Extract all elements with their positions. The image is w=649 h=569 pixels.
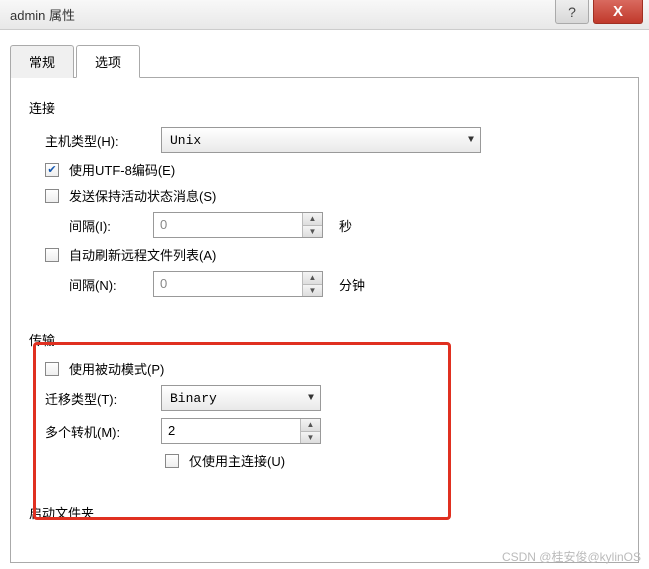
multi-label: 多个转机(M): bbox=[45, 422, 155, 441]
main-conn-checkbox[interactable] bbox=[165, 454, 179, 468]
options-panel: 连接 主机类型(H): Unix ▼ ✔ 使用UTF-8编码(E) 发送保持活动… bbox=[10, 78, 639, 563]
titlebar: admin 属性 ? X bbox=[0, 0, 649, 30]
startup-group-title: 启动文件夹 bbox=[29, 497, 620, 522]
help-icon: ? bbox=[568, 4, 576, 20]
watermark: CSDN @桂安俊@kylinOS bbox=[502, 548, 641, 565]
multi-spinner[interactable]: 2 ▲ ▼ bbox=[161, 418, 321, 444]
startup-group: 启动文件夹 bbox=[29, 497, 620, 538]
close-icon: X bbox=[613, 3, 623, 20]
keepalive-checkbox[interactable] bbox=[45, 189, 59, 203]
spinner-up-icon[interactable]: ▲ bbox=[303, 272, 322, 284]
tab-general[interactable]: 常规 bbox=[10, 45, 74, 78]
keepalive-label: 发送保持活动状态消息(S) bbox=[69, 186, 216, 205]
interval1-label: 间隔(I): bbox=[69, 216, 147, 235]
close-button[interactable]: X bbox=[593, 0, 643, 24]
spinner-down-icon[interactable]: ▼ bbox=[303, 284, 322, 297]
connection-group-title: 连接 bbox=[29, 92, 620, 117]
main-conn-label: 仅使用主连接(U) bbox=[189, 451, 285, 470]
interval1-value: 0 bbox=[154, 213, 302, 237]
spinner-down-icon[interactable]: ▼ bbox=[303, 225, 322, 238]
spinner-up-icon[interactable]: ▲ bbox=[301, 419, 320, 431]
tab-strip: 常规 选项 bbox=[10, 44, 639, 78]
connection-group: 连接 主机类型(H): Unix ▼ ✔ 使用UTF-8编码(E) 发送保持活动… bbox=[29, 92, 620, 310]
autorefresh-label: 自动刷新远程文件列表(A) bbox=[69, 245, 216, 264]
transfer-group-title: 传输 bbox=[29, 324, 620, 349]
chevron-down-icon: ▼ bbox=[308, 393, 314, 404]
passive-label: 使用被动模式(P) bbox=[69, 359, 164, 378]
interval2-spinner[interactable]: 0 ▲ ▼ bbox=[153, 271, 323, 297]
utf8-label: 使用UTF-8编码(E) bbox=[69, 160, 175, 179]
host-type-select[interactable]: Unix ▼ bbox=[161, 127, 481, 153]
transfer-group: 传输 使用被动模式(P) 迁移类型(T): Binary ▼ 多个转机(M): … bbox=[29, 324, 620, 483]
utf8-checkbox[interactable]: ✔ bbox=[45, 163, 59, 177]
interval1-unit: 秒 bbox=[339, 216, 352, 235]
passive-checkbox[interactable] bbox=[45, 362, 59, 376]
transfer-type-value: Binary bbox=[170, 391, 217, 406]
transfer-type-select[interactable]: Binary ▼ bbox=[161, 385, 321, 411]
window-title: admin 属性 bbox=[10, 5, 75, 24]
autorefresh-checkbox[interactable] bbox=[45, 248, 59, 262]
interval1-spinner[interactable]: 0 ▲ ▼ bbox=[153, 212, 323, 238]
interval2-value: 0 bbox=[154, 272, 302, 296]
interval2-label: 间隔(N): bbox=[69, 275, 147, 294]
spinner-up-icon[interactable]: ▲ bbox=[303, 213, 322, 225]
tab-options[interactable]: 选项 bbox=[76, 45, 140, 78]
host-type-value: Unix bbox=[170, 133, 201, 148]
multi-value: 2 bbox=[162, 419, 300, 443]
interval2-unit: 分钟 bbox=[339, 275, 365, 294]
chevron-down-icon: ▼ bbox=[468, 135, 474, 146]
help-button[interactable]: ? bbox=[555, 0, 589, 24]
spinner-down-icon[interactable]: ▼ bbox=[301, 431, 320, 444]
host-type-label: 主机类型(H): bbox=[45, 131, 155, 150]
transfer-type-label: 迁移类型(T): bbox=[45, 389, 155, 408]
